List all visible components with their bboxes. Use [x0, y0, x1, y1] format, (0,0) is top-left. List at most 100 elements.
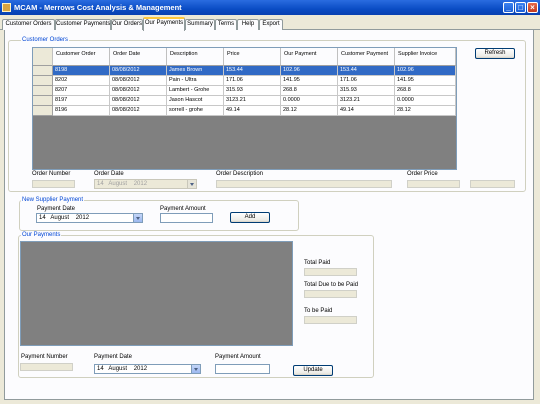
our-payment-amount-label: Payment Amount	[215, 354, 261, 360]
payment-date-picker[interactable]: 14 August 2012	[36, 213, 143, 223]
total-paid-label: Total Paid	[304, 260, 331, 266]
cell-customer-order[interactable]: 8196	[53, 106, 110, 116]
cell-customer-payment[interactable]: 49.14	[338, 106, 395, 116]
payment-amount-input[interactable]	[160, 213, 213, 223]
col-price[interactable]: Price	[224, 48, 281, 66]
order-date-month: August	[108, 181, 128, 187]
chevron-down-icon	[187, 180, 196, 188]
col-our-payment[interactable]: Our Payment	[281, 48, 338, 66]
total-due-label: Total Due to be Paid	[304, 282, 359, 288]
cell-supplier-invoice[interactable]: 141.95	[395, 76, 456, 86]
tab-customer-payments[interactable]: Customer Payments	[55, 19, 111, 30]
cell-supplier-invoice[interactable]: 0.0000	[395, 96, 456, 106]
our-payment-date-month[interactable]: August	[108, 366, 127, 372]
tab-export[interactable]: Export	[259, 19, 283, 30]
cell-customer-order[interactable]: 8197	[53, 96, 110, 106]
cell-order-date[interactable]: 08/08/2012	[110, 106, 167, 116]
our-payment-date-year[interactable]: 2012	[134, 366, 147, 372]
col-customer-payment[interactable]: Customer Payment	[338, 48, 395, 66]
payment-date-label: Payment Date	[37, 206, 76, 212]
refresh-button[interactable]: Refresh	[475, 48, 515, 59]
tab-terms[interactable]: Terms	[215, 19, 237, 30]
order-price-label: Order Price	[407, 171, 438, 177]
col-description[interactable]: Description	[167, 48, 224, 66]
add-button[interactable]: Add	[230, 212, 270, 223]
cell-order-date[interactable]: 08/08/2012	[110, 66, 167, 76]
cell-price[interactable]: 3123.21	[224, 96, 281, 106]
row-header[interactable]	[33, 76, 53, 86]
cell-our-payment[interactable]: 28.12	[281, 106, 338, 116]
title-bar: MCAM - Merrows Cost Analysis & Managemen…	[0, 0, 540, 15]
cell-customer-payment[interactable]: 171.06	[338, 76, 395, 86]
cell-our-payment[interactable]: 268.8	[281, 86, 338, 96]
window-title: MCAM - Merrows Cost Analysis & Managemen…	[14, 3, 182, 12]
payment-date-day[interactable]: 14	[39, 215, 46, 221]
row-header[interactable]	[33, 96, 53, 106]
order-date-year: 2012	[133, 181, 148, 187]
cell-supplier-invoice[interactable]: 268.8	[395, 86, 456, 96]
cell-price[interactable]: 171.06	[224, 76, 281, 86]
cell-customer-payment[interactable]: 315.93	[338, 86, 395, 96]
order-date-label: Order Date	[94, 171, 124, 177]
cell-customer-payment[interactable]: 153.44	[338, 66, 395, 76]
tab-our-payments[interactable]: Our Payments	[143, 17, 185, 31]
row-header[interactable]	[33, 86, 53, 96]
cell-description[interactable]: Jason Hascot	[167, 96, 224, 106]
order-price-field	[407, 180, 460, 188]
tab-customer-orders[interactable]: Customer Orders	[2, 19, 55, 30]
payment-date-month[interactable]: August	[50, 215, 69, 221]
cell-price[interactable]: 315.93	[224, 86, 281, 96]
row-header[interactable]	[33, 66, 53, 76]
to-be-paid-field	[304, 316, 357, 324]
order-description-field	[216, 180, 392, 188]
tab-help[interactable]: Help	[237, 19, 259, 30]
cell-order-date[interactable]: 08/08/2012	[110, 96, 167, 106]
customer-orders-group-label: Customer Orders	[21, 37, 70, 44]
tab-our-orders[interactable]: Our Orders	[111, 19, 143, 30]
col-customer-order[interactable]: Customer Order	[53, 48, 110, 66]
row-header[interactable]	[33, 106, 53, 116]
order-date-picker: 14 August 2012	[94, 179, 197, 189]
cell-customer-payment[interactable]: 3123.21	[338, 96, 395, 106]
cell-description[interactable]: Lambert - Grohe	[167, 86, 224, 96]
payment-date-year[interactable]: 2012	[76, 215, 89, 221]
cell-our-payment[interactable]: 141.95	[281, 76, 338, 86]
new-supplier-payment-group-label: New Supplier Payment	[21, 197, 85, 204]
tab-strip: Customer Orders Customer Payments Our Or…	[0, 15, 540, 31]
to-be-paid-label: To be Paid	[304, 308, 333, 314]
tab-summary[interactable]: Summary	[185, 19, 215, 30]
order-date-day: 14	[97, 181, 104, 187]
cell-customer-order[interactable]: 8198	[53, 66, 110, 76]
our-payments-list[interactable]	[20, 241, 293, 346]
cell-our-payment[interactable]: 102.96	[281, 66, 338, 76]
order-number-field	[32, 180, 75, 188]
our-payment-date-picker[interactable]: 14 August 2012	[94, 364, 201, 374]
cell-description[interactable]: James Brown	[167, 66, 224, 76]
cell-our-payment[interactable]: 0.0000	[281, 96, 338, 106]
cell-price[interactable]: 49.14	[224, 106, 281, 116]
maximize-button[interactable]: □	[515, 2, 526, 13]
chevron-down-icon[interactable]	[133, 214, 142, 222]
payment-number-field	[20, 363, 73, 371]
cell-supplier-invoice[interactable]: 28.12	[395, 106, 456, 116]
our-payment-date-day[interactable]: 14	[97, 366, 104, 372]
customer-orders-grid[interactable]: Customer Order Order Date Description Pr…	[32, 47, 457, 170]
minimize-button[interactable]: _	[503, 2, 514, 13]
chevron-down-icon[interactable]	[191, 365, 200, 373]
order-extra-field	[470, 180, 515, 188]
col-supplier-invoice[interactable]: Supplier Invoice	[395, 48, 456, 66]
our-payments-group-label: Our Payments	[21, 232, 62, 239]
cell-customer-order[interactable]: 8207	[53, 86, 110, 96]
cell-price[interactable]: 153.44	[224, 66, 281, 76]
cell-description[interactable]: Pain - Ultra	[167, 76, 224, 86]
cell-order-date[interactable]: 08/08/2012	[110, 86, 167, 96]
cell-customer-order[interactable]: 8202	[53, 76, 110, 86]
order-number-label: Order Number	[32, 171, 71, 177]
close-button[interactable]: ×	[527, 2, 538, 13]
our-payment-amount-input[interactable]	[215, 364, 270, 374]
cell-supplier-invoice[interactable]: 102.96	[395, 66, 456, 76]
col-order-date[interactable]: Order Date	[110, 48, 167, 66]
cell-order-date[interactable]: 08/08/2012	[110, 76, 167, 86]
cell-description[interactable]: sorrell - grohe	[167, 106, 224, 116]
update-button[interactable]: Update	[293, 365, 333, 376]
